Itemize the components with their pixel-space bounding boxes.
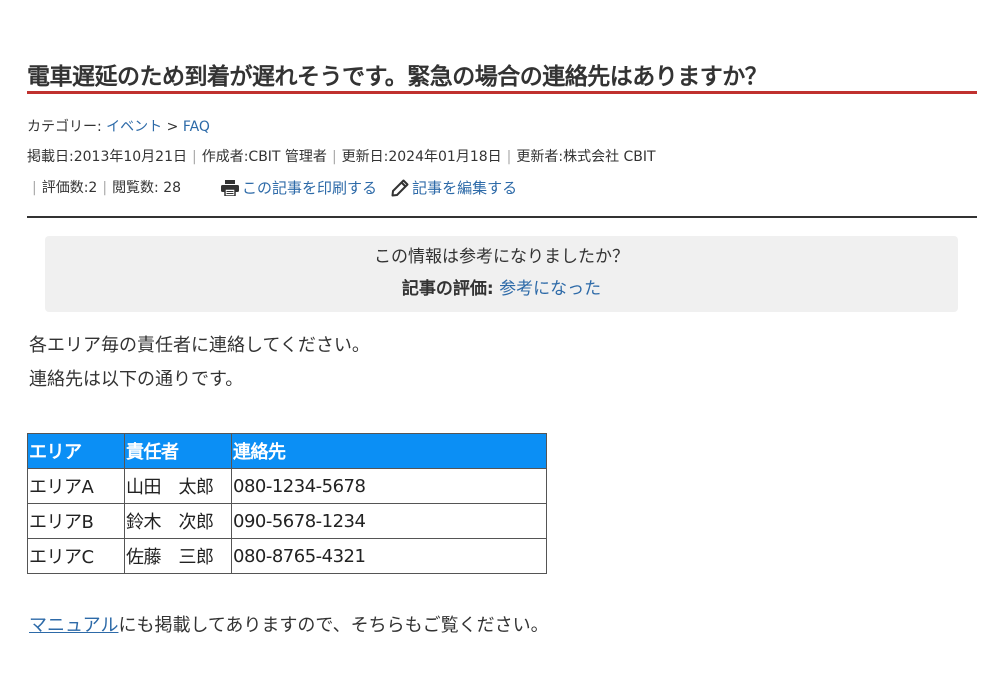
updater: 更新者:株式会社 CBIT	[516, 149, 656, 165]
updated-date: 更新日:2024年01月18日	[341, 149, 502, 165]
cell-area: エリアA	[27, 468, 125, 504]
print-article-button[interactable]: この記事を印刷する	[221, 178, 377, 198]
cell-contact: 080-1234-5678	[231, 468, 547, 504]
table-row: エリアC 佐藤 三郎 080-8765-4321	[27, 538, 547, 574]
stats-line: | 評価数:2 | 閲覧数: 28 この記事を印刷する 記事を編集する	[27, 178, 531, 198]
cell-area: エリアC	[27, 538, 125, 574]
paragraph-text: にも掲載してありますので、そちらもご覧ください。	[118, 615, 549, 636]
cell-contact: 080-8765-4321	[231, 538, 547, 574]
paragraph: 各エリア毎の責任者に連絡してください。	[29, 335, 370, 356]
column-header-area: エリア	[27, 433, 125, 469]
pencil-icon	[391, 179, 409, 197]
cell-manager: 鈴木 次郎	[124, 503, 232, 539]
table-row: エリアB 鈴木 次郎 090-5678-1234	[27, 503, 547, 539]
paragraph: マニュアルにも掲載してありますので、そちらもご覧ください。	[29, 613, 549, 639]
table-row: エリアA 山田 太郎 080-1234-5678	[27, 468, 547, 504]
printer-icon	[221, 180, 240, 196]
view-count: 閲覧数: 28	[112, 180, 182, 196]
article-title: 電車遅延のため到着が遅れそうです。緊急の場合の連絡先はありますか？	[27, 64, 768, 91]
table-header-row: エリア 責任者 連絡先	[27, 433, 547, 469]
cell-contact: 090-5678-1234	[231, 503, 547, 539]
separator: |	[102, 180, 108, 196]
edit-article-button[interactable]: 記事を編集する	[391, 178, 517, 198]
category-line: カテゴリー: イベント > FAQ	[27, 117, 210, 137]
rating-box: この情報は参考になりましたか？ 記事の評価: 参考になった	[45, 236, 958, 312]
cell-area: エリアB	[27, 503, 125, 539]
column-header-contact: 連絡先	[231, 433, 547, 469]
cell-manager: 佐藤 三郎	[124, 538, 232, 574]
author: 作成者:CBIT 管理者	[201, 149, 327, 165]
category-label: カテゴリー:	[27, 119, 107, 135]
rating-row: 記事の評価: 参考になった	[45, 277, 958, 301]
category-arrow: >	[162, 119, 183, 135]
published-date: 掲載日:2013年10月21日	[27, 149, 187, 165]
separator: |	[331, 149, 337, 165]
rating-count: 評価数:2	[41, 180, 98, 196]
print-article-label: この記事を印刷する	[242, 179, 378, 197]
title-divider	[27, 91, 977, 94]
category-faq-link[interactable]: FAQ	[183, 119, 210, 135]
helpful-link[interactable]: 参考になった	[499, 279, 601, 299]
category-event-link[interactable]: イベント	[106, 119, 162, 135]
rating-label: 記事の評価:	[401, 279, 494, 299]
paragraph: 連絡先は以下の通りです。	[29, 369, 244, 390]
separator: |	[506, 149, 512, 165]
separator: |	[191, 149, 197, 165]
info-line: 掲載日:2013年10月21日 | 作成者:CBIT 管理者 | 更新日:2024年01…	[27, 147, 656, 167]
article-actions: この記事を印刷する 記事を編集する	[221, 178, 531, 198]
edit-article-label: 記事を編集する	[412, 179, 518, 197]
article-page: 電車遅延のため到着が遅れそうです。緊急の場合の連絡先はありますか？ カテゴリー:…	[0, 0, 1000, 700]
meta-divider	[27, 216, 977, 218]
contacts-table: エリア 責任者 連絡先 エリアA 山田 太郎 080-1234-5678 エリア…	[27, 433, 547, 574]
column-header-manager: 責任者	[124, 433, 232, 469]
rating-question: この情報は参考になりましたか？	[374, 247, 629, 267]
manual-link[interactable]: マニュアル	[29, 615, 118, 636]
cell-manager: 山田 太郎	[124, 468, 232, 504]
separator: |	[32, 180, 37, 196]
